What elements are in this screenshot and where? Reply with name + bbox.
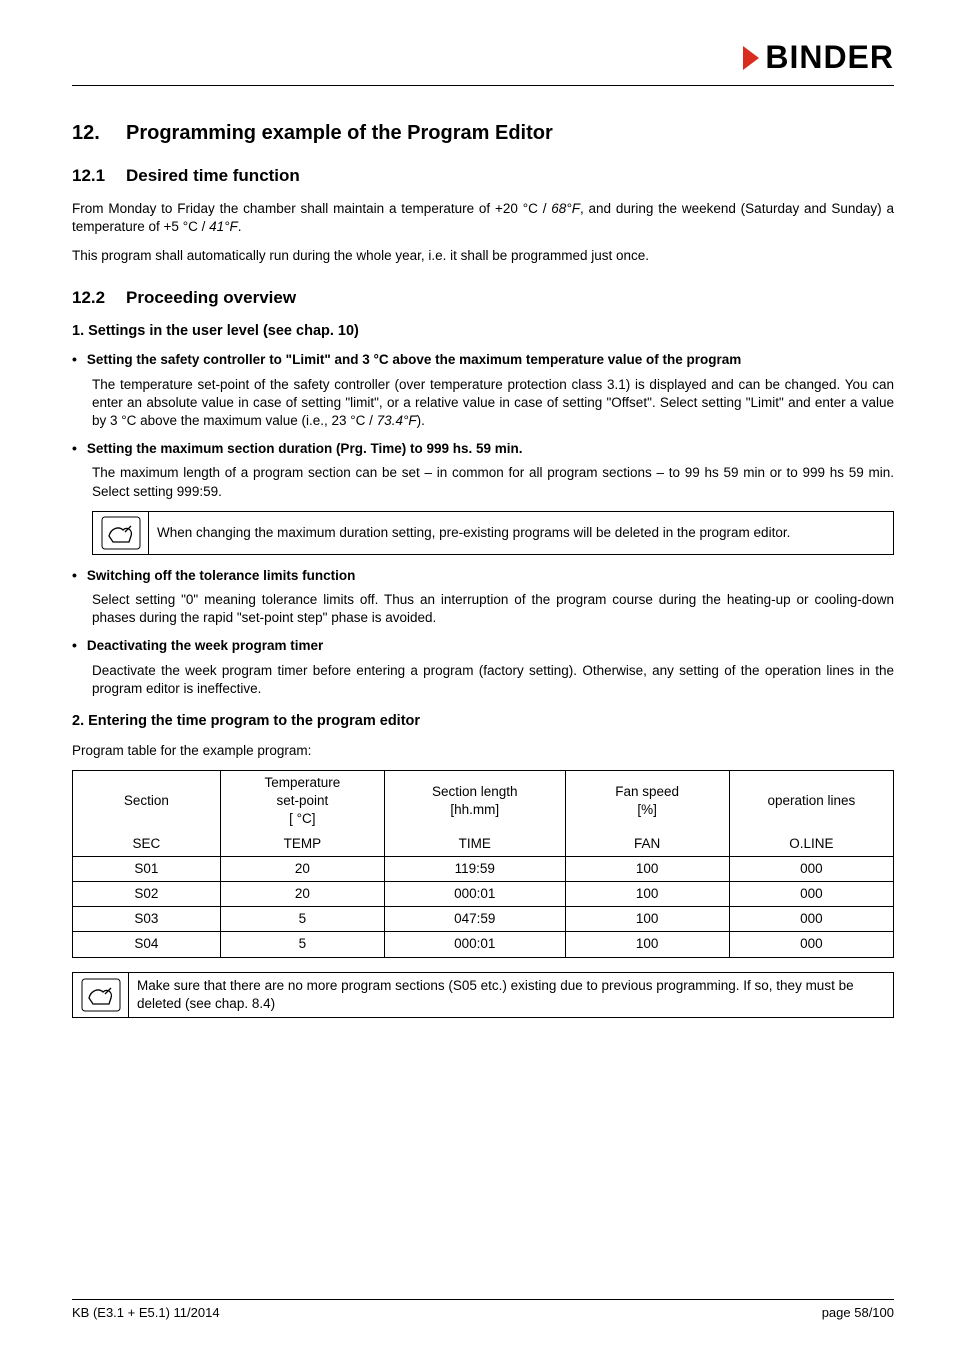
cell: 000 xyxy=(729,856,893,881)
text: . xyxy=(238,219,242,234)
heading-12-1-num: 12.1 xyxy=(72,165,126,188)
list-item: • Switching off the tolerance limits fun… xyxy=(72,567,894,628)
col-header: Temperatureset-point[ °C] xyxy=(220,770,384,831)
list-item: • Setting the maximum section duration (… xyxy=(72,440,894,555)
bullet-dot-icon: • xyxy=(72,568,77,582)
text: ). xyxy=(417,413,425,428)
bullet-body: Select setting "0" meaning tolerance lim… xyxy=(72,591,894,627)
cell: S03 xyxy=(73,907,221,932)
p-table-intro: Program table for the example program: xyxy=(72,742,894,760)
table-header-row: Section Temperatureset-point[ °C] Sectio… xyxy=(73,770,894,831)
table-row: S04 5 000:01 100 000 xyxy=(73,932,894,957)
cell: 100 xyxy=(565,907,729,932)
text-italic: 68°F xyxy=(551,201,580,216)
cell: 000 xyxy=(729,932,893,957)
program-table: Section Temperatureset-point[ °C] Sectio… xyxy=(72,770,894,958)
p-12-1-2: This program shall automatically run dur… xyxy=(72,247,894,265)
cell: 20 xyxy=(220,882,384,907)
heading-12-2-title: Proceeding overview xyxy=(126,288,296,307)
bullet-body: The temperature set-point of the safety … xyxy=(72,376,894,431)
bullet-body: The maximum length of a program section … xyxy=(72,464,894,500)
subhead-entering: 2. Entering the time program to the prog… xyxy=(72,712,894,732)
col-code: TEMP xyxy=(220,832,384,857)
heading-12-title: Programming example of the Program Edito… xyxy=(126,122,553,144)
footer-left: KB (E3.1 + E5.1) 11/2014 xyxy=(72,1304,220,1322)
heading-12-1-title: Desired time function xyxy=(126,166,300,185)
bullet-title: Switching off the tolerance limits funct… xyxy=(87,567,356,585)
col-code: O.LINE xyxy=(729,832,893,857)
cell: S02 xyxy=(73,882,221,907)
table-row: S03 5 047:59 100 000 xyxy=(73,907,894,932)
text: From Monday to Friday the chamber shall … xyxy=(72,201,551,216)
cell: 119:59 xyxy=(384,856,565,881)
bullet-head: • Switching off the tolerance limits fun… xyxy=(72,567,894,585)
cell: S04 xyxy=(73,932,221,957)
hand-note-icon xyxy=(73,973,129,1017)
cell: 100 xyxy=(565,856,729,881)
bullet-title: Setting the safety controller to "Limit"… xyxy=(87,351,741,369)
heading-12-1: 12.1Desired time function xyxy=(72,165,894,188)
brand-name: BINDER xyxy=(765,36,894,79)
brand-logo: BINDER xyxy=(72,36,894,79)
cell: 5 xyxy=(220,932,384,957)
logo-triangle-icon xyxy=(739,44,763,72)
cell: 047:59 xyxy=(384,907,565,932)
callout-text: When changing the maximum duration setti… xyxy=(149,512,893,554)
table-row: S01 20 119:59 100 000 xyxy=(73,856,894,881)
bullet-title: Deactivating the week program timer xyxy=(87,637,323,655)
table-row: S02 20 000:01 100 000 xyxy=(73,882,894,907)
heading-12-2: 12.2Proceeding overview xyxy=(72,287,894,310)
cell: 000 xyxy=(729,882,893,907)
text: The temperature set-point of the safety … xyxy=(92,377,894,428)
heading-12-2-num: 12.2 xyxy=(72,287,126,310)
bullet-head: • Setting the maximum section duration (… xyxy=(72,440,894,458)
bullet-head: • Deactivating the week program timer xyxy=(72,637,894,655)
list-item: • Deactivating the week program timer De… xyxy=(72,637,894,698)
text-italic: 41°F xyxy=(209,219,238,234)
callout-text: Make sure that there are no more program… xyxy=(129,973,893,1017)
cell: 5 xyxy=(220,907,384,932)
cell: 100 xyxy=(565,882,729,907)
footer-right: page 58/100 xyxy=(822,1304,894,1322)
col-code: SEC xyxy=(73,832,221,857)
cell: 20 xyxy=(220,856,384,881)
bullet-dot-icon: • xyxy=(72,638,77,652)
cell: 000 xyxy=(729,907,893,932)
list-item: • Setting the safety controller to "Limi… xyxy=(72,351,894,430)
cell: 000:01 xyxy=(384,882,565,907)
cell: S01 xyxy=(73,856,221,881)
col-header: operation lines xyxy=(729,770,893,831)
bullet-body: Deactivate the week program timer before… xyxy=(72,662,894,698)
table-header-row: SEC TEMP TIME FAN O.LINE xyxy=(73,832,894,857)
heading-12-num: 12. xyxy=(72,120,126,147)
bullet-head: • Setting the safety controller to "Limi… xyxy=(72,351,894,369)
col-code: FAN xyxy=(565,832,729,857)
heading-12: 12.Programming example of the Program Ed… xyxy=(72,120,894,147)
col-code: TIME xyxy=(384,832,565,857)
page-footer: KB (E3.1 + E5.1) 11/2014 page 58/100 xyxy=(72,1299,894,1322)
footer-rule xyxy=(72,1299,894,1300)
p-12-1-1: From Monday to Friday the chamber shall … xyxy=(72,200,894,236)
col-header: Section xyxy=(73,770,221,831)
bullet-list: • Setting the safety controller to "Limi… xyxy=(72,351,894,698)
hand-note-icon xyxy=(93,512,149,554)
subhead-settings: 1. Settings in the user level (see chap.… xyxy=(72,322,894,342)
callout-note: Make sure that there are no more program… xyxy=(72,972,894,1018)
header-rule xyxy=(72,85,894,86)
callout-note: When changing the maximum duration setti… xyxy=(92,511,894,555)
bullet-dot-icon: • xyxy=(72,352,77,366)
col-header: Section length[hh.mm] xyxy=(384,770,565,831)
bullet-title: Setting the maximum section duration (Pr… xyxy=(87,440,523,458)
text-italic: 73.4°F xyxy=(377,413,417,428)
col-header: Fan speed[%] xyxy=(565,770,729,831)
cell: 000:01 xyxy=(384,932,565,957)
cell: 100 xyxy=(565,932,729,957)
bullet-dot-icon: • xyxy=(72,441,77,455)
